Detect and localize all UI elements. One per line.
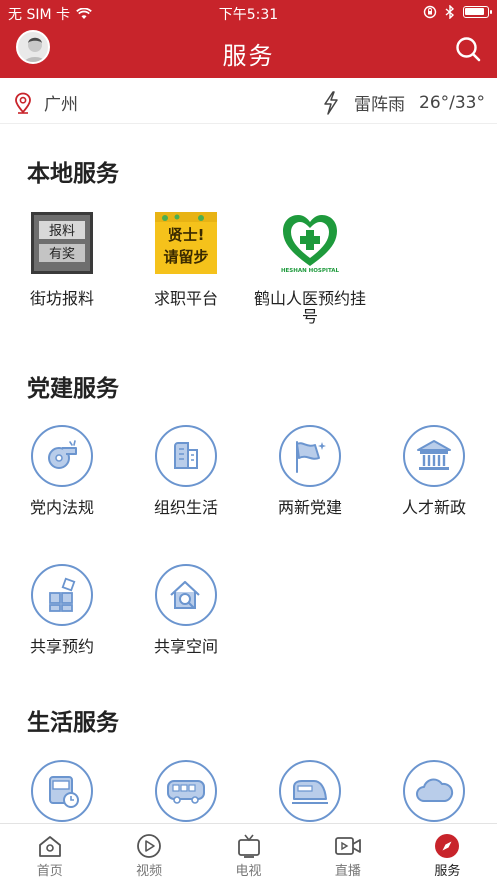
government-icon: [403, 425, 465, 487]
page-title: 服务: [222, 42, 275, 70]
train-icon: [279, 760, 341, 822]
section-title-party: 党建服务: [27, 376, 119, 402]
service-label: 共享空间: [153, 637, 218, 656]
tab-tv[interactable]: 电视: [199, 824, 298, 883]
service-tile-two-new-party[interactable]: 两新党建: [248, 425, 372, 517]
hospital-logo: HESHAN HOSPITAL: [281, 215, 340, 274]
search-icon[interactable]: [453, 34, 483, 64]
service-tile-shared-space[interactable]: 共享空间: [124, 564, 248, 656]
service-tile-org-life[interactable]: 组织生活: [124, 425, 248, 517]
tab-live[interactable]: 直播: [298, 824, 397, 883]
compass-icon: [435, 834, 460, 858]
orientation-lock-icon: [423, 5, 437, 19]
weather-label: 雷阵雨: [354, 95, 405, 115]
service-label: 街坊报料: [29, 289, 94, 308]
service-label: 共享预约: [29, 637, 94, 656]
location-weather-bar: 广州 雷阵雨 26°/33°: [0, 78, 497, 124]
service-label: 求职平台: [153, 289, 218, 308]
home-icon: [38, 836, 61, 857]
tab-services[interactable]: 服务: [398, 824, 497, 883]
job-badge-line1: 贤士!: [168, 226, 205, 244]
tab-video[interactable]: 视频: [99, 824, 198, 883]
live-camera-icon: [335, 837, 361, 855]
section-title-local: 本地服务: [27, 161, 119, 187]
service-tile-weather-cloud[interactable]: [372, 760, 496, 822]
job-badge-line2: 请留步: [163, 248, 208, 266]
tv-icon: [237, 834, 260, 858]
tab-home[interactable]: 首页: [0, 824, 99, 883]
baoliao-badge-line2: 有奖: [49, 247, 75, 262]
building-icon: [155, 425, 217, 487]
section-title-life: 生活服务: [27, 710, 119, 736]
service-tile-shared-booking[interactable]: 共享预约: [0, 564, 124, 656]
service-tile-train[interactable]: [248, 760, 372, 822]
coach-icon: [155, 760, 217, 822]
home-search-icon: [155, 564, 217, 626]
battery-icon: [463, 6, 492, 18]
header: 服务: [0, 26, 497, 78]
bluetooth-icon: [445, 5, 455, 19]
job-platform-image: 贤士! 请留步: [155, 212, 217, 274]
service-tile-baoliao[interactable]: 报料 有奖 街坊报料: [0, 212, 124, 308]
service-tile-talent-policy[interactable]: 人才新政: [372, 425, 496, 517]
service-tile-job-platform[interactable]: 贤士! 请留步 求职平台: [124, 212, 248, 308]
cloud-icon: [403, 760, 465, 822]
flag-icon: [279, 425, 341, 487]
play-icon: [137, 834, 162, 858]
service-label: 两新党建: [277, 498, 342, 517]
baoliao-badge-line1: 报料: [49, 224, 75, 239]
hospital-logo-text: HESHAN HOSPITAL: [281, 268, 340, 274]
bottom-tab-bar: 首页 视频 电视 直播 服务: [0, 823, 497, 883]
baoliao-image: 报料 有奖: [31, 212, 93, 274]
tab-label: 视频: [136, 864, 163, 879]
service-label: 鹤山人医预约挂号: [253, 289, 366, 326]
tab-label: 电视: [235, 864, 262, 879]
blocks-icon: [31, 564, 93, 626]
service-label: 人才新政: [401, 498, 466, 517]
temperature-label: 26°/33°: [419, 92, 485, 113]
location-selector[interactable]: 广州: [14, 90, 78, 115]
whistle-icon: [31, 425, 93, 487]
service-label: 组织生活: [153, 498, 218, 517]
bus-schedule-icon: [31, 760, 93, 822]
status-bar: 无 SIM 卡 下午5:31: [0, 0, 497, 26]
service-label: 党内法规: [29, 498, 94, 517]
service-tile-coach[interactable]: [124, 760, 248, 822]
city-label: 广州: [44, 95, 78, 115]
service-tile-bus-schedule[interactable]: [0, 760, 124, 822]
tab-label: 服务: [434, 864, 461, 879]
location-pin-icon: [15, 92, 31, 114]
tab-label: 直播: [334, 864, 361, 879]
weather-info: 雷阵雨 26°/33°: [322, 90, 485, 115]
tab-label: 首页: [36, 864, 63, 879]
service-tile-party-regulations[interactable]: 党内法规: [0, 425, 124, 517]
thunderstorm-icon: [324, 90, 338, 115]
service-tile-hospital-booking[interactable]: HESHAN HOSPITAL 鹤山人医预约挂号: [248, 212, 372, 326]
